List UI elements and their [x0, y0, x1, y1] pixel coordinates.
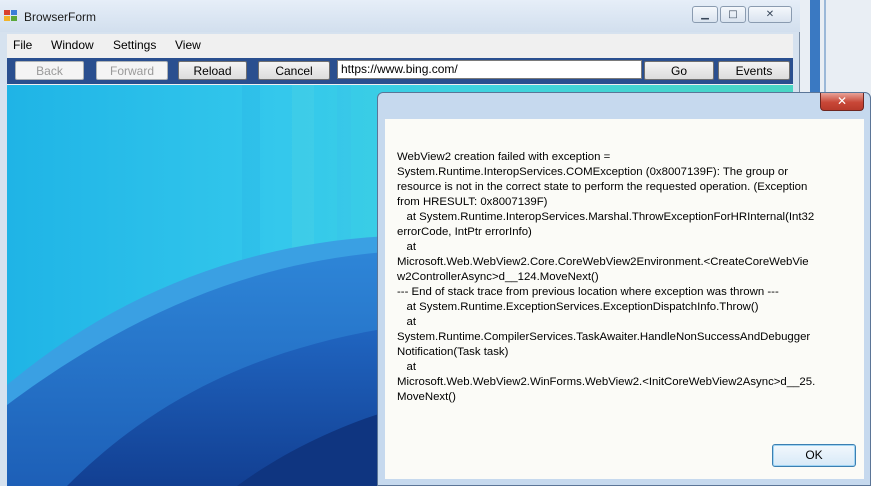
close-icon: ✕ — [836, 94, 848, 108]
minimize-icon: ▁ — [701, 9, 709, 20]
cancel-button[interactable]: Cancel — [258, 61, 330, 80]
back-button[interactable]: Back — [15, 61, 84, 80]
menu-bar: File Window Settings View — [7, 34, 793, 58]
error-message-dialog: ✕ WebView2 creation failed with exceptio… — [377, 92, 871, 486]
maximize-button[interactable]: □ — [720, 6, 746, 23]
window-title: BrowserForm — [24, 10, 97, 24]
menu-settings[interactable]: Settings — [113, 38, 156, 52]
menu-view[interactable]: View — [175, 38, 201, 52]
events-button[interactable]: Events — [718, 61, 790, 80]
screen: BrowserForm ▁ □ ✕ File Window Settings V… — [0, 0, 871, 486]
app-icon — [4, 10, 18, 22]
error-message-text: WebView2 creation failed with exception … — [397, 151, 816, 403]
navigation-toolbar: Back Forward Reload Cancel https://www.b… — [7, 58, 793, 84]
reload-button[interactable]: Reload — [178, 61, 247, 80]
menu-window[interactable]: Window — [51, 38, 94, 52]
minimize-button[interactable]: ▁ — [692, 6, 718, 23]
dialog-body: WebView2 creation failed with exception … — [385, 119, 864, 479]
close-icon: ✕ — [765, 9, 775, 20]
maximize-icon: □ — [728, 9, 738, 20]
title-bar[interactable]: BrowserForm ▁ □ ✕ — [0, 0, 800, 32]
address-bar-input[interactable]: https://www.bing.com/ — [337, 60, 642, 79]
close-button[interactable]: ✕ — [748, 6, 792, 23]
ok-button[interactable]: OK — [772, 444, 856, 467]
dialog-close-button[interactable]: ✕ — [820, 93, 864, 111]
menu-file[interactable]: File — [13, 38, 32, 52]
go-button[interactable]: Go — [644, 61, 714, 80]
forward-button[interactable]: Forward — [96, 61, 168, 80]
